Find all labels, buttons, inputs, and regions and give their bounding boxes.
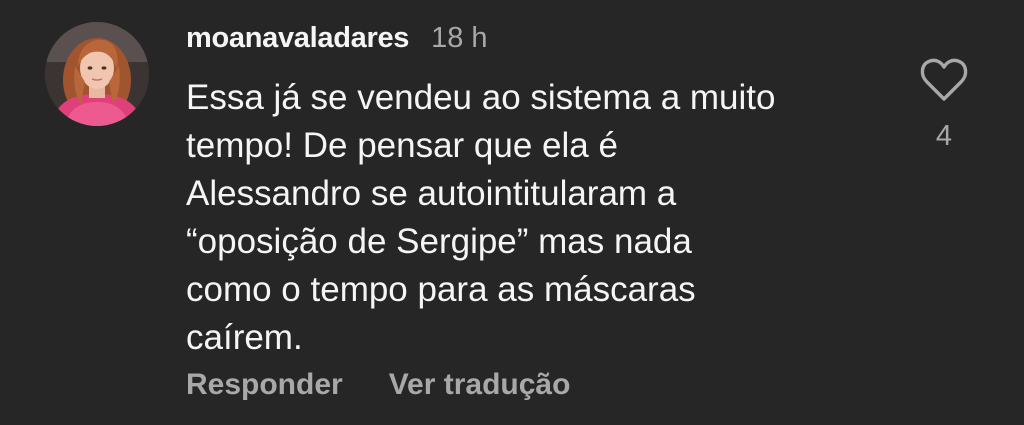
reply-button[interactable]: Responder bbox=[186, 368, 343, 402]
comment-text-line: Alessandro se autointitularam a bbox=[186, 174, 677, 213]
avatar[interactable] bbox=[45, 22, 149, 126]
comment-text-line: caírem. bbox=[186, 318, 303, 357]
username[interactable]: moanavaladares bbox=[186, 22, 409, 55]
comment-header: moanavaladares 18 h bbox=[186, 18, 488, 58]
comment-actions: Responder Ver tradução bbox=[186, 368, 570, 402]
comment-text-line: como o tempo para as máscaras bbox=[186, 270, 696, 309]
like-button[interactable] bbox=[918, 56, 970, 104]
comment-item: moanavaladares 18 h Essa já se vendeu ao… bbox=[0, 0, 1024, 425]
profile-photo bbox=[45, 22, 149, 126]
comment-text-line: tempo! De pensar que ela é bbox=[186, 126, 618, 165]
like-count: 4 bbox=[935, 120, 953, 152]
timestamp: 18 h bbox=[431, 21, 488, 54]
comment-text: Essa já se vendeu ao sistema a muito tem… bbox=[186, 74, 886, 362]
see-translation-button[interactable]: Ver tradução bbox=[389, 368, 571, 402]
comment-text-line: “oposição de Sergipe” mas nada bbox=[186, 222, 692, 261]
heart-outline-icon bbox=[920, 58, 968, 101]
comment-text-line: Essa já se vendeu ao sistema a muito bbox=[186, 78, 776, 117]
